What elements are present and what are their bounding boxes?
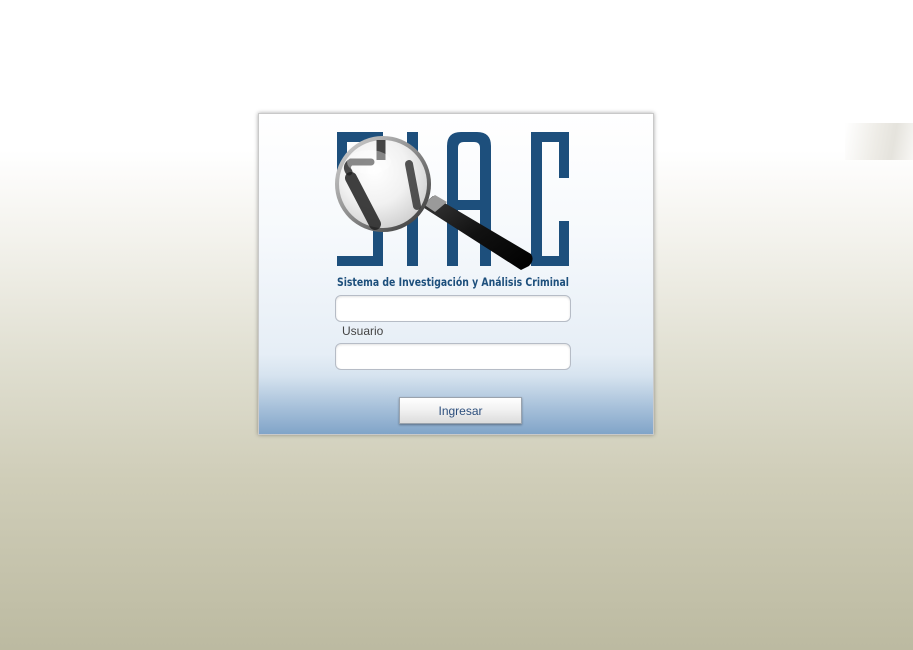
- login-button[interactable]: Ingresar: [399, 397, 522, 424]
- username-input[interactable]: [335, 295, 571, 322]
- logo-subtitle: Sistema de Investigación y Análisis Crim…: [337, 276, 569, 289]
- password-input[interactable]: [335, 343, 571, 370]
- corner-decoration: [845, 123, 913, 160]
- siac-logo: Sistema de Investigación y Análisis Crim…: [335, 126, 575, 291]
- username-label: Usuario: [342, 324, 384, 338]
- login-panel: Sistema de Investigación y Análisis Crim…: [258, 113, 654, 435]
